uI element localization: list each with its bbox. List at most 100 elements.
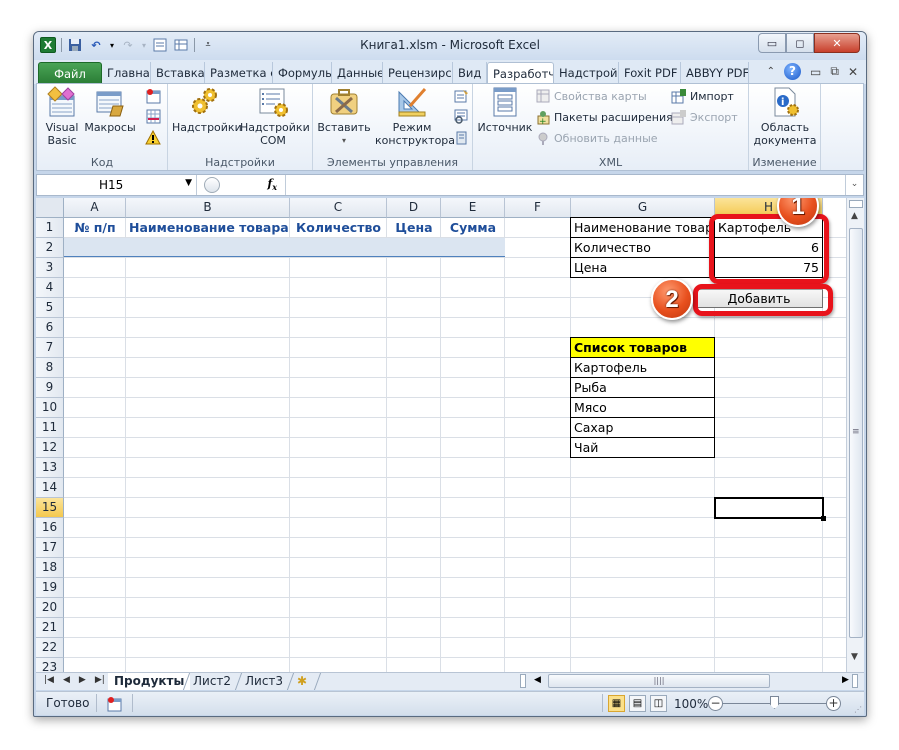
row-header-5[interactable]: 5 <box>36 298 64 318</box>
name-box[interactable]: H15 ▼ <box>37 175 197 195</box>
visual-basic-button[interactable]: Visual Basic <box>43 86 81 147</box>
macro-security-icon[interactable] <box>145 129 161 146</box>
zoom-level[interactable]: 100% <box>674 697 708 711</box>
table-header-cell[interactable]: Наименование товара <box>126 218 290 238</box>
prev-sheet-icon[interactable]: ◀ <box>63 675 70 685</box>
first-sheet-icon[interactable]: |◀ <box>44 675 54 685</box>
doc-close-icon[interactable]: ✕ <box>848 65 858 79</box>
page-break-view-icon[interactable]: ◫ <box>650 695 667 712</box>
doc-minimize-icon[interactable]: ▭ <box>810 65 821 79</box>
properties-icon[interactable] <box>453 88 469 104</box>
row-header-14[interactable]: 14 <box>36 478 64 498</box>
row-header-12[interactable]: 12 <box>36 438 64 458</box>
tab-view[interactable]: Вид <box>453 62 487 84</box>
doc-restore-icon[interactable]: ⧉ <box>830 64 839 79</box>
export-button[interactable]: Экспорт <box>671 109 738 125</box>
scroll-right-icon[interactable]: ▶ <box>842 675 849 685</box>
row-header-15[interactable]: 15 <box>36 498 64 518</box>
select-all-corner[interactable] <box>36 198 64 218</box>
column-header-f[interactable]: F <box>505 198 571 218</box>
fill-handle[interactable] <box>821 516 826 521</box>
hsplit-box-right-icon[interactable] <box>852 674 858 688</box>
page-layout-view-icon[interactable]: ▤ <box>629 695 646 712</box>
design-mode-button[interactable]: Режим конструктора <box>375 86 455 147</box>
insert-sheet-button[interactable]: ✱ <box>286 673 322 690</box>
normal-view-icon[interactable]: ▦ <box>608 695 625 712</box>
table-header-cell[interactable]: Сумма <box>441 218 505 238</box>
tab-file[interactable]: Файл <box>38 62 102 84</box>
column-header-d[interactable]: D <box>387 198 441 218</box>
name-box-dropdown-icon[interactable]: ▼ <box>185 178 192 188</box>
row-header-20[interactable]: 20 <box>36 598 64 618</box>
horizontal-scroll-thumb[interactable]: |||| <box>548 674 770 688</box>
import-button[interactable]: Импорт <box>671 88 734 104</box>
row-header-22[interactable]: 22 <box>36 638 64 658</box>
tab-addins[interactable]: Надстройк <box>554 62 619 84</box>
row-header-21[interactable]: 21 <box>36 618 64 638</box>
column-header-c[interactable]: C <box>290 198 387 218</box>
vertical-scroll-thumb[interactable]: ≡ <box>849 228 863 638</box>
row-header-13[interactable]: 13 <box>36 458 64 478</box>
row-header-11[interactable]: 11 <box>36 418 64 438</box>
help-icon[interactable]: ? <box>784 63 802 80</box>
row-header-17[interactable]: 17 <box>36 538 64 558</box>
row-header-3[interactable]: 3 <box>36 258 64 278</box>
next-sheet-icon[interactable]: ▶ <box>79 675 86 685</box>
worksheet-grid[interactable]: A B C D E F G H 1 2 3 4 5 6 7 8 9 10 11 12 13 14 15 16 17 18 19 20 2… <box>36 198 846 672</box>
sheet-tab-list3[interactable]: Лист3 <box>234 673 293 690</box>
product-list-item[interactable]: Чай <box>570 437 715 458</box>
map-properties-button[interactable]: Свойства карты <box>535 88 647 104</box>
macro-record-status-icon[interactable] <box>106 696 122 712</box>
form-label-cell[interactable]: Цена <box>570 257 715 278</box>
tab-home[interactable]: Главная <box>102 62 151 84</box>
tab-formulas[interactable]: Формулы <box>273 62 332 84</box>
sheet-tab-list2[interactable]: Лист2 <box>182 673 241 690</box>
row-header-8[interactable]: 8 <box>36 358 64 378</box>
sheet-tab-products[interactable]: Продукты <box>108 673 191 690</box>
tab-page-layout[interactable]: Разметка с <box>205 62 273 84</box>
run-dialog-icon[interactable] <box>453 130 469 146</box>
scroll-down-icon[interactable]: ▼ <box>851 652 858 662</box>
tab-insert[interactable]: Вставка <box>151 62 205 84</box>
row-header-6[interactable]: 6 <box>36 318 64 338</box>
column-header-e[interactable]: E <box>441 198 505 218</box>
xml-source-button[interactable]: Источник <box>477 86 533 134</box>
formula-input[interactable] <box>289 175 843 195</box>
row-header-7[interactable]: 7 <box>36 338 64 358</box>
zoom-out-icon[interactable]: − <box>708 696 723 711</box>
product-list-item[interactable]: Мясо <box>570 397 715 418</box>
view-code-icon[interactable] <box>453 108 469 124</box>
row-header-16[interactable]: 16 <box>36 518 64 538</box>
form-label-cell[interactable]: Количество <box>570 237 715 258</box>
product-list-item[interactable]: Сахар <box>570 417 715 438</box>
addins-button[interactable]: Надстройки <box>172 86 242 134</box>
insert-control-button[interactable]: Вставить ▾ <box>317 86 371 147</box>
table-data-row[interactable] <box>64 238 505 257</box>
last-sheet-icon[interactable]: ▶| <box>95 675 105 685</box>
row-header-18[interactable]: 18 <box>36 558 64 578</box>
row-header-10[interactable]: 10 <box>36 398 64 418</box>
document-panel-button[interactable]: i Область документа <box>751 86 819 147</box>
insert-function-icon[interactable]: fx <box>267 177 277 192</box>
hsplit-box-icon[interactable] <box>520 674 526 688</box>
active-cell-selection[interactable] <box>714 497 824 519</box>
product-list-header[interactable]: Список товаров <box>570 337 715 358</box>
relative-references-icon[interactable] <box>145 108 161 124</box>
column-header-g[interactable]: G <box>571 198 715 218</box>
row-header-2[interactable]: 2 <box>36 238 64 258</box>
row-header-23[interactable]: 23 <box>36 658 64 672</box>
minimize-button[interactable]: ▭ <box>758 33 786 53</box>
vertical-scrollbar[interactable]: ▲ ≡ ▼ <box>846 198 864 672</box>
restore-button[interactable]: ◻ <box>786 33 814 53</box>
macros-button[interactable]: Макросы <box>83 86 137 134</box>
tab-review[interactable]: Рецензирс <box>383 62 453 84</box>
row-header-19[interactable]: 19 <box>36 578 64 598</box>
split-box-icon[interactable] <box>849 200 863 208</box>
expand-formula-bar-icon[interactable]: ⌄ <box>845 175 863 195</box>
table-header-cell[interactable]: № п/п <box>64 218 126 238</box>
tab-developer[interactable]: Разработч <box>487 62 554 84</box>
scroll-left-icon[interactable]: ◀ <box>534 675 541 685</box>
tab-data[interactable]: Данные <box>332 62 383 84</box>
product-list-item[interactable]: Рыба <box>570 377 715 398</box>
form-label-cell[interactable]: Наименование товара <box>570 217 715 238</box>
